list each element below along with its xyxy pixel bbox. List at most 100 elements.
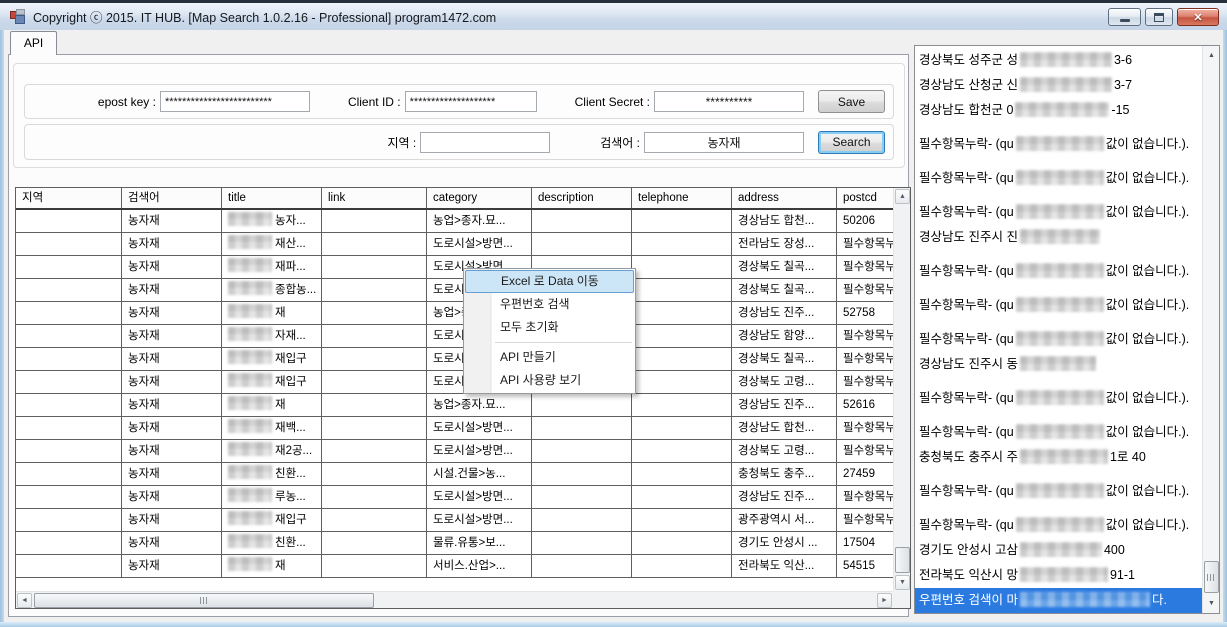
log-line[interactable]: 경기도 안성시 고삼400 — [915, 538, 1202, 563]
cell-description — [532, 440, 632, 462]
table-row[interactable]: 농자재친환...시설.건물>농...충청북도 충주...27459 — [16, 463, 895, 486]
grid-scroll-left-button[interactable]: ◄ — [17, 593, 32, 608]
log-scroll-down-button[interactable]: ▼ — [1204, 596, 1219, 611]
grid-hscrollbar[interactable]: ◄ ► — [16, 591, 893, 608]
cell-title: 루농... — [222, 486, 322, 508]
table-row[interactable]: 농자재재입구도로시설>방면...광주광역시 서...필수항목누락- — [16, 509, 895, 532]
redacted-text — [1016, 483, 1104, 498]
search-button[interactable]: Search — [818, 131, 885, 154]
table-row[interactable]: 농자재재2공...도로시설>방면...경상북도 고령...필수항목누락- — [16, 440, 895, 463]
cell-telephone — [632, 302, 732, 324]
cell-postcd: 필수항목누락- — [837, 279, 895, 301]
cell-link — [322, 371, 427, 393]
log-line[interactable]: 필수항목누락- (qu값이 없습니다.). — [915, 200, 1202, 225]
log-vscroll-thumb[interactable] — [1204, 561, 1219, 593]
log-line[interactable]: 필수항목누락- (qu값이 없습니다.). — [915, 479, 1202, 504]
grid-scroll-up-button[interactable]: ▲ — [895, 189, 910, 204]
log-line[interactable]: 필수항목누락- (qu값이 없습니다.). — [915, 293, 1202, 318]
maximize-button[interactable] — [1145, 8, 1173, 26]
client-id-label: Client ID : — [348, 95, 401, 109]
menu-item[interactable]: 우편번호 검색 — [465, 293, 634, 316]
grid-header-keyword[interactable]: 검색어 — [122, 188, 222, 208]
menu-item[interactable]: API 사용량 보기 — [465, 369, 634, 392]
grid-vscroll-thumb[interactable] — [895, 547, 910, 573]
log-list: 경상북도 성주군 성3-6경상남도 산청군 신3-7경상남도 합천군 0-15 필… — [915, 46, 1202, 613]
log-scroll-up-button[interactable]: ▲ — [1204, 48, 1219, 63]
log-line[interactable]: 필수항목누락- (qu값이 없습니다.). — [915, 386, 1202, 411]
close-icon: ✕ — [1193, 11, 1202, 24]
log-line[interactable]: 경상남도 산청군 신3-7 — [915, 73, 1202, 98]
grid-scroll-down-button[interactable]: ▼ — [895, 575, 910, 590]
grid-hscroll-thumb[interactable] — [34, 593, 374, 608]
log-line[interactable]: 필수항목누락- (qu값이 없습니다.). — [915, 259, 1202, 284]
grid-header-region[interactable]: 지역 — [16, 188, 122, 208]
table-row[interactable]: 농자재루농...도로시설>방면...경상남도 진주...필수항목누락- — [16, 486, 895, 509]
table-row[interactable]: 농자재종합농...도로시설>방면...경상북도 칠곡...필수항목누락- — [16, 279, 895, 302]
grid-header-postcd[interactable]: postcd — [837, 188, 895, 208]
log-scrollbar[interactable]: ▲ ▼ — [1202, 46, 1219, 613]
table-row[interactable]: 농자재재농업>종자.묘...경상남도 진주...52616 — [16, 394, 895, 417]
menu-item[interactable]: Excel 로 Data 이동 — [465, 270, 634, 293]
cell-postcd: 54515 — [837, 555, 895, 577]
client-secret-input[interactable] — [654, 91, 804, 112]
table-row[interactable]: 농자재재백...도로시설>방면...경상남도 합천...필수항목누락- — [16, 417, 895, 440]
cell-link — [322, 440, 427, 462]
redacted-text — [1020, 449, 1108, 464]
save-button[interactable]: Save — [818, 90, 885, 113]
menu-item[interactable]: API 만들기 — [465, 346, 634, 369]
log-line[interactable]: 경상남도 합천군 0-15 — [915, 98, 1202, 123]
table-row[interactable]: 농자재재입구도로시설>방면...경상북도 칠곡...필수항목누락- — [16, 348, 895, 371]
grid-header-address[interactable]: address — [732, 188, 837, 208]
log-line[interactable]: 경상북도 성주군 성3-6 — [915, 48, 1202, 73]
grid-header-description[interactable]: description — [532, 188, 632, 208]
cell-title: 재 — [222, 394, 322, 416]
minimize-button[interactable] — [1108, 8, 1141, 26]
client-id-input[interactable] — [405, 91, 537, 112]
log-blank-line — [915, 123, 1202, 132]
grid-header-telephone[interactable]: telephone — [632, 188, 732, 208]
log-line[interactable]: 충청북도 충주시 주1로 40 — [915, 445, 1202, 470]
table-row[interactable]: 농자재재파...도로시설>방면...경상북도 칠곡...필수항목누락- — [16, 256, 895, 279]
keyword-input[interactable] — [644, 132, 804, 153]
region-input[interactable] — [420, 132, 550, 153]
cell-keyword: 농자재 — [122, 555, 222, 577]
menu-item[interactable]: 모두 초기화 — [465, 316, 634, 339]
arrow-up-icon: ▲ — [1208, 52, 1215, 59]
redacted-text — [1020, 356, 1096, 371]
log-line[interactable]: 필수항목누락- (qu값이 없습니다.). — [915, 132, 1202, 157]
table-row[interactable]: 농자재재서비스.산업>...전라북도 익산...54515 — [16, 555, 895, 578]
table-row[interactable]: 농자재친환...물류.유통>보...경기도 안성시 ...17504 — [16, 532, 895, 555]
redacted-text — [1016, 170, 1104, 185]
cell-telephone — [632, 463, 732, 485]
cell-keyword: 농자재 — [122, 463, 222, 485]
log-line[interactable]: 필수항목누락- (qu값이 없습니다.). — [915, 166, 1202, 191]
table-row[interactable]: 농자재자재...도로시설>방면...경상남도 함양...필수항목누락- — [16, 325, 895, 348]
log-line[interactable]: 우편번호 검색이 마다. — [915, 588, 1202, 613]
grid-header-title[interactable]: title — [222, 188, 322, 208]
cell-description — [532, 532, 632, 554]
table-row[interactable]: 농자재재농업>종자.묘...경상남도 진주...52758 — [16, 302, 895, 325]
cell-keyword: 농자재 — [122, 371, 222, 393]
arrow-left-icon: ◄ — [21, 597, 28, 604]
grid-vscrollbar[interactable]: ▲ ▼ — [893, 188, 910, 591]
epost-key-input[interactable] — [160, 91, 310, 112]
grid-body: 농자재농자...농업>종자.묘...경상남도 합천...50206농자재재산..… — [16, 210, 910, 578]
log-line[interactable]: 전라북도 익산시 망91-1 — [915, 563, 1202, 588]
log-line[interactable]: 필수항목누락- (qu값이 없습니다.). — [915, 513, 1202, 538]
tab-api[interactable]: API — [10, 31, 57, 55]
grid-scroll-right-button[interactable]: ► — [877, 593, 892, 608]
table-row[interactable]: 농자재재입구도로시설>방면...경상북도 고령...필수항목누락- — [16, 371, 895, 394]
cell-title: 재입구 — [222, 371, 322, 393]
grid-header-row: 지역검색어titlelinkcategorydescriptiontelepho… — [16, 188, 895, 210]
log-line[interactable]: 필수항목누락- (qu값이 없습니다.). — [915, 420, 1202, 445]
grid-header-link[interactable]: link — [322, 188, 427, 208]
redacted-text — [1016, 390, 1104, 405]
log-line[interactable]: 경상남도 진주시 진 — [915, 225, 1202, 250]
log-line[interactable]: 경상남도 진주시 동 — [915, 352, 1202, 377]
grid-header-category[interactable]: category — [427, 188, 532, 208]
table-row[interactable]: 농자재농자...농업>종자.묘...경상남도 합천...50206 — [16, 210, 895, 233]
cell-telephone — [632, 279, 732, 301]
table-row[interactable]: 농자재재산...도로시설>방면...전라남도 장성...필수항목누락- — [16, 233, 895, 256]
log-line[interactable]: 필수항목누락- (qu값이 없습니다.). — [915, 327, 1202, 352]
close-button[interactable]: ✕ — [1177, 8, 1219, 26]
